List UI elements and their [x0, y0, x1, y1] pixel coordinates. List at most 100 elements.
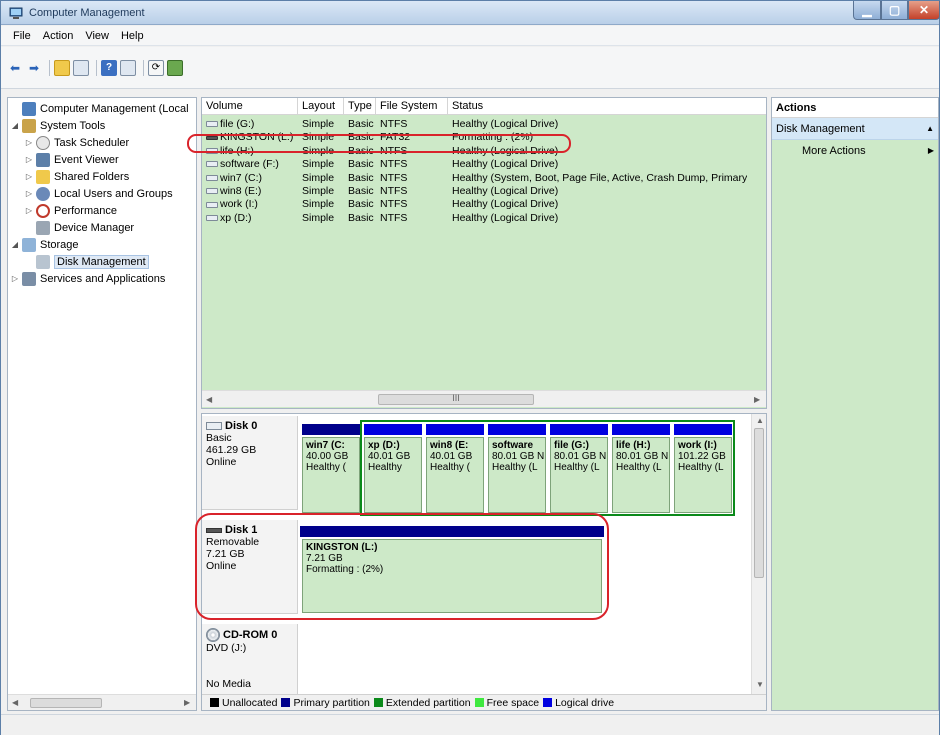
menu-view[interactable]: View: [79, 30, 115, 42]
show-hide-tree-icon[interactable]: [73, 59, 89, 76]
column-header-file-system[interactable]: File System: [376, 98, 448, 115]
partition-0[interactable]: win7 (C: 40.00 GB Healthy (: [302, 437, 360, 513]
volume-row[interactable]: win7 (C:) Simple Basic NTFS Healthy (System,…: [202, 171, 766, 185]
expand-arrow-icon[interactable]: ▷: [10, 274, 20, 283]
cdrom-0-label[interactable]: CD-ROM 0 DVD (J:) No Media: [202, 624, 298, 694]
volume-name-cell: KINGSTON (L:): [206, 131, 293, 144]
volume-horizontal-scrollbar[interactable]: ◀ III ▶: [202, 390, 766, 407]
menu-file[interactable]: File: [7, 30, 37, 42]
expand-arrow-icon[interactable]: ▷: [24, 206, 34, 215]
disk-1-label[interactable]: Disk 1 Removable 7.21 GB Online: [202, 520, 298, 614]
minimize-button[interactable]: ▁: [853, 1, 881, 20]
scroll-thumb[interactable]: [754, 428, 764, 578]
tree-node-disk-management[interactable]: Disk Management: [24, 253, 149, 270]
help-icon[interactable]: ?: [101, 59, 117, 76]
volume-layout-cell: Simple: [302, 198, 335, 211]
legend-swatch: [373, 698, 383, 707]
menu-action[interactable]: Action: [37, 30, 80, 42]
partition-kingston[interactable]: KINGSTON (L:) 7.21 GB Formatting : (2%): [302, 539, 602, 613]
partition-bar: [612, 424, 670, 435]
expand-arrow-icon[interactable]: ▷: [24, 172, 34, 181]
actions-section-disk-management[interactable]: Disk Management ▲: [772, 118, 938, 140]
scroll-down-icon[interactable]: ▼: [756, 680, 764, 689]
partition-5[interactable]: life (H:) 80.01 GB N Healthy (L: [612, 437, 670, 513]
tree-node-performance[interactable]: ▷ Performance: [24, 202, 117, 219]
partition-bar: [550, 424, 608, 435]
volume-type-cell: Basic: [348, 171, 374, 184]
menu-bar: File Action View Help: [1, 26, 939, 46]
drive-icon: [206, 201, 218, 208]
tree-node-device-manager[interactable]: Device Manager: [24, 219, 134, 236]
volume-type-cell: Basic: [348, 198, 374, 211]
more-actions-link[interactable]: More Actions ▶: [772, 140, 938, 160]
column-header-status[interactable]: Status: [448, 98, 766, 115]
expand-arrow-icon[interactable]: ▷: [24, 138, 34, 147]
partition-4[interactable]: file (G:) 80.01 GB N Healthy (L: [550, 437, 608, 513]
title-bar[interactable]: Computer Management ▁ ▢ ✕: [1, 1, 940, 25]
volume-name-cell: software (F:): [206, 158, 279, 171]
partition-bar: [488, 424, 546, 435]
disk-0-label[interactable]: Disk 0 Basic 461.29 GB Online: [202, 416, 298, 510]
partition-3[interactable]: software 80.01 GB N Healthy (L: [488, 437, 546, 513]
legend-label: Unallocated: [222, 696, 278, 709]
scroll-thumb[interactable]: III: [378, 394, 534, 405]
volume-name-cell: xp (D:): [206, 212, 252, 225]
tree-node-system-tools[interactable]: ◢ System Tools: [10, 117, 105, 134]
volume-status-cell: Healthy (Logical Drive): [452, 185, 559, 197]
volume-list-header: Volume Layout Type File System Status: [202, 98, 766, 115]
scroll-right-icon[interactable]: ▶: [754, 395, 760, 404]
volume-row[interactable]: work (I:) Simple Basic NTFS Healthy (Logical…: [202, 198, 766, 211]
expand-arrow-icon[interactable]: ▷: [24, 155, 34, 164]
volume-status-cell: Formatting : (2%): [452, 131, 534, 144]
back-button[interactable]: ⬅: [7, 60, 23, 76]
volume-row[interactable]: life (H:) Simple Basic NTFS Healthy (Logical…: [202, 144, 766, 158]
partition-bar: [426, 424, 484, 435]
volume-row[interactable]: software (F:) Simple Basic NTFS Healthy (Log…: [202, 158, 766, 171]
volume-row[interactable]: win8 (E:) Simple Basic NTFS Healthy (Logical…: [202, 185, 766, 198]
volume-status-cell: Healthy (Logical Drive): [452, 118, 559, 130]
column-header-volume[interactable]: Volume: [202, 98, 298, 115]
scroll-left-icon[interactable]: ◀: [206, 395, 212, 404]
collapse-arrow-icon[interactable]: ◢: [10, 240, 20, 249]
column-header-layout[interactable]: Layout: [298, 98, 344, 115]
expand-arrow-icon[interactable]: ▷: [24, 189, 34, 198]
scroll-left-icon[interactable]: ◀: [12, 698, 18, 707]
tree-node-computer-management[interactable]: Computer Management (Local: [10, 100, 189, 117]
disk-view-vertical-scrollbar[interactable]: ▲ ▼: [751, 414, 766, 694]
volume-type-cell: Basic: [348, 158, 374, 171]
tree-horizontal-scrollbar[interactable]: ◀ ▶: [8, 694, 196, 710]
volume-name-cell: win7 (C:): [206, 172, 262, 185]
partition-6[interactable]: work (I:) 101.22 GB Healthy (L: [674, 437, 732, 513]
volume-fs-cell: NTFS: [380, 211, 408, 224]
scroll-thumb[interactable]: [30, 698, 102, 708]
forward-button[interactable]: ➡: [26, 60, 42, 76]
tree-node-event-viewer[interactable]: ▷ Event Viewer: [24, 151, 119, 168]
disk-settings-icon[interactable]: [167, 59, 183, 76]
scroll-up-icon[interactable]: ▲: [756, 416, 764, 425]
disk-management-icon: [36, 254, 50, 269]
collapse-up-icon: ▲: [926, 124, 934, 133]
properties-icon[interactable]: [120, 59, 136, 76]
partition-2[interactable]: win8 (E: 40.01 GB Healthy (: [426, 437, 484, 513]
volume-status-cell: Healthy (Logical Drive): [452, 144, 559, 157]
tree-node-shared-folders[interactable]: ▷ Shared Folders: [24, 168, 129, 185]
refresh-icon[interactable]: ⟳: [148, 59, 164, 76]
tree-node-storage[interactable]: ◢ Storage: [10, 236, 79, 253]
column-header-type[interactable]: Type: [344, 98, 376, 115]
hard-disk-icon: [206, 422, 222, 430]
tree-node-task-scheduler[interactable]: ▷ Task Scheduler: [24, 134, 129, 151]
partition-1[interactable]: xp (D:) 40.01 GB Healthy: [364, 437, 422, 513]
close-button[interactable]: ✕: [908, 1, 940, 20]
maximize-button[interactable]: ▢: [881, 1, 908, 20]
scroll-right-icon[interactable]: ▶: [184, 698, 190, 707]
shared-folder-icon: [36, 169, 50, 184]
tree-node-local-users[interactable]: ▷ Local Users and Groups: [24, 185, 173, 202]
collapse-arrow-icon[interactable]: ◢: [10, 121, 20, 130]
menu-help[interactable]: Help: [115, 30, 150, 42]
volume-row[interactable]: file (G:) Simple Basic NTFS Healthy (Logical…: [202, 118, 766, 131]
volume-layout-cell: Simple: [302, 158, 335, 171]
volume-row[interactable]: xp (D:) Simple Basic NTFS Healthy (Logical D…: [202, 211, 766, 225]
tree-node-services-applications[interactable]: ▷ Services and Applications: [10, 270, 165, 287]
up-folder-icon[interactable]: [54, 59, 70, 76]
volume-row[interactable]: KINGSTON (L:) Simple Basic FAT32 Formatting …: [202, 131, 766, 144]
